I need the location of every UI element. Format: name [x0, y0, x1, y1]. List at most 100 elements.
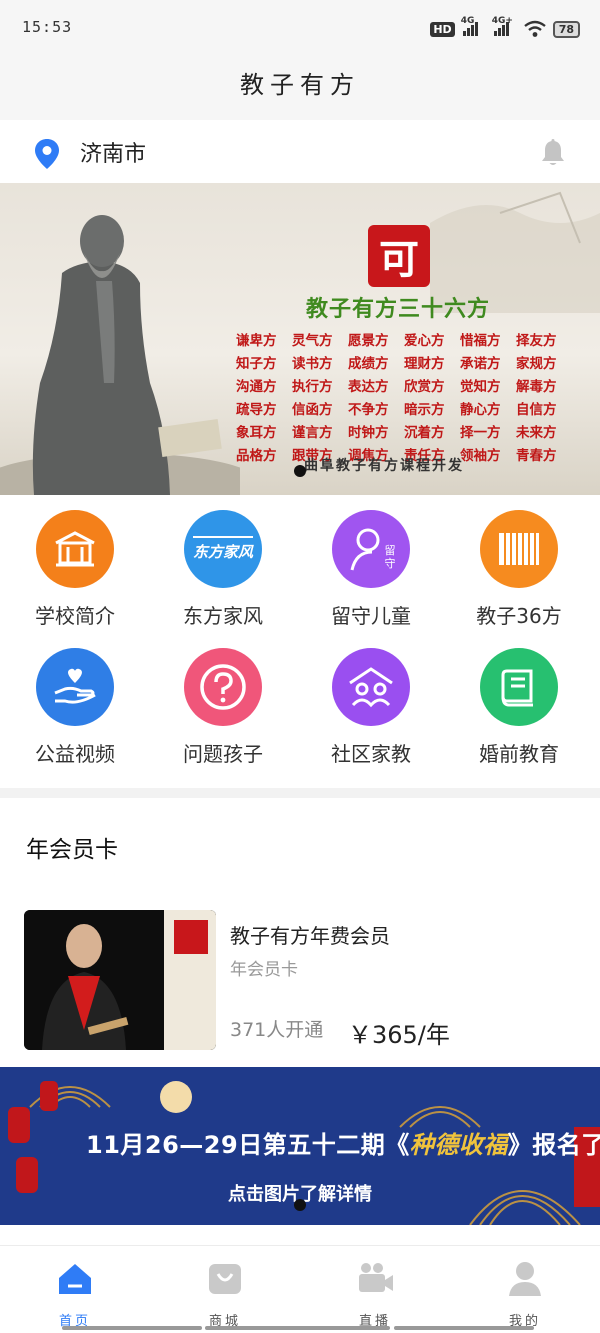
bottom-tab-bar: 首页 商城 直播 我的 [0, 1245, 600, 1333]
method-item: 成绩方 [348, 356, 389, 372]
child-badge: 留守 [384, 544, 396, 570]
method-item: 家规方 [516, 356, 557, 372]
method-item: 象耳方 [236, 425, 277, 441]
location-pin-icon[interactable] [34, 138, 60, 170]
shortcut-family-style[interactable]: 东方家风 东方家风 [153, 510, 293, 629]
method-item: 爱心方 [404, 333, 445, 349]
promo-headline: 11月26—29日第五十二期《种德收福》报名了 [86, 1131, 600, 1159]
method-item: 暗示方 [404, 402, 445, 418]
method-item: 品格方 [236, 448, 277, 464]
method-item: 择友方 [516, 333, 557, 349]
wifi-icon [523, 20, 546, 37]
gesture-bar [205, 1326, 390, 1330]
shortcut-premarital-education[interactable]: 婚前教育 [449, 648, 589, 767]
gesture-bar [394, 1326, 534, 1330]
shortcut-label: 婚前教育 [479, 742, 559, 766]
shortcut-problem-children[interactable]: 问题孩子 [153, 648, 293, 767]
tab-live[interactable]: 直播 [325, 1258, 425, 1329]
method-item: 欣赏方 [404, 379, 445, 395]
question-icon[interactable] [184, 648, 262, 726]
method-item: 觉知方 [460, 379, 501, 395]
method-item: 读书方 [292, 356, 333, 372]
method-item: 解毒方 [516, 379, 557, 395]
child-icon[interactable]: 留守 [332, 510, 410, 588]
family-style-badge: 东方家风 [192, 536, 253, 562]
shortcut-grid: 学校简介 东方家风 东方家风 留守 留守儿童 教子36方 公益视频 问题孩子 社… [0, 498, 600, 788]
tab-profile[interactable]: 我的 [475, 1258, 575, 1329]
member-card-price: ￥365/年 [348, 1021, 450, 1049]
method-item: 择一方 [460, 425, 501, 441]
method-item: 谦卑方 [236, 333, 277, 349]
member-card-count: 371人开通 [230, 1019, 324, 1041]
shortcut-label: 教子36方 [476, 604, 562, 628]
method-item: 谨言方 [292, 425, 333, 441]
member-card-image[interactable] [24, 910, 216, 1050]
method-item: 青春方 [516, 448, 557, 464]
method-item: 信函方 [292, 402, 333, 418]
method-item: 静心方 [460, 402, 501, 418]
method-item: 愿景方 [348, 333, 389, 349]
method-item: 沉着方 [404, 425, 445, 441]
shortcut-school-intro[interactable]: 学校简介 [5, 510, 145, 629]
city-selector[interactable]: 济南市 [80, 136, 146, 168]
status-bar: 15:53 HD 4G 4G+ 78 [0, 0, 600, 60]
shortcut-community-education[interactable]: 社区家教 [301, 648, 441, 767]
method-item: 领袖方 [460, 448, 501, 464]
shop-icon[interactable] [205, 1258, 245, 1298]
carousel-dot[interactable] [294, 465, 306, 477]
carousel-dot[interactable] [294, 1199, 306, 1211]
section-divider [0, 788, 600, 798]
method-item: 灵气方 [292, 333, 333, 349]
method-grid: 谦卑方 灵气方 愿景方 爱心方 惜福方 择友方 知子方 读书方 成绩方 理财方 承诺方 家规方 沟通… [236, 329, 572, 464]
shortcut-label: 学校简介 [35, 604, 115, 628]
shortcut-label: 公益视频 [35, 742, 115, 766]
hd-icon: HD [430, 21, 455, 37]
method-item: 知子方 [236, 356, 277, 372]
method-item: 疏导方 [236, 402, 277, 418]
method-item: 表达方 [348, 379, 389, 395]
shortcut-36-methods[interactable]: 教子36方 [449, 510, 589, 629]
shortcut-label: 东方家风 [183, 604, 263, 628]
banner-headline: 教子有方三十六方 [306, 296, 491, 322]
method-item: 理财方 [404, 356, 445, 372]
profile-icon[interactable] [505, 1258, 545, 1298]
book-icon[interactable] [480, 648, 558, 726]
shortcut-label: 留守儿童 [331, 604, 411, 628]
page-title: 教子有方 [240, 71, 360, 99]
shortcut-label: 问题孩子 [183, 742, 263, 766]
shortcut-left-behind-children[interactable]: 留守 留守儿童 [301, 510, 441, 629]
status-icons: HD 4G 4G+ 78 [430, 16, 580, 40]
method-item: 时钟方 [348, 425, 389, 441]
brand-logo: 可 [368, 225, 430, 287]
method-item: 未来方 [516, 425, 557, 441]
shortcut-label: 社区家教 [331, 742, 411, 766]
member-card-title[interactable]: 教子有方年费会员 [230, 920, 390, 949]
home-icon[interactable] [55, 1258, 95, 1298]
banner-footer: 曲阜教子有方课程开发 [304, 458, 464, 474]
signal-icon: 4G [461, 16, 478, 36]
hero-banner[interactable]: 可 教子有方三十六方 谦卑方 灵气方 愿景方 爱心方 惜福方 择友方 知子方 读书方 成绩方理… [0, 183, 600, 495]
signal-icon-2: 4G+ [492, 16, 513, 36]
promo-banner[interactable]: 11月26—29日第五十二期《种德收福》报名了 点击图片了解详情 [0, 1067, 600, 1225]
section-title-membership: 年会员卡 [26, 837, 118, 863]
school-icon[interactable] [36, 510, 114, 588]
location-bar[interactable]: 济南市 [0, 122, 600, 182]
member-card-subtitle: 年会员卡 [230, 960, 298, 980]
bell-icon[interactable] [538, 138, 568, 168]
tab-shop[interactable]: 商城 [175, 1258, 275, 1329]
gesture-bar [62, 1326, 202, 1330]
scroll-icon[interactable] [480, 510, 558, 588]
method-item: 执行方 [292, 379, 333, 395]
method-item: 沟通方 [236, 379, 277, 395]
tab-home[interactable]: 首页 [25, 1258, 125, 1329]
method-item: 不争方 [348, 402, 389, 418]
status-time: 15:53 [22, 18, 73, 36]
live-icon[interactable] [355, 1258, 395, 1298]
community-icon[interactable] [332, 648, 410, 726]
method-item: 惜福方 [460, 333, 501, 349]
title-bar: 教子有方 [0, 60, 600, 120]
method-item: 自信方 [516, 402, 557, 418]
shortcut-charity-video[interactable]: 公益视频 [5, 648, 145, 767]
charity-icon[interactable] [36, 648, 114, 726]
family-style-icon[interactable]: 东方家风 [184, 510, 262, 588]
